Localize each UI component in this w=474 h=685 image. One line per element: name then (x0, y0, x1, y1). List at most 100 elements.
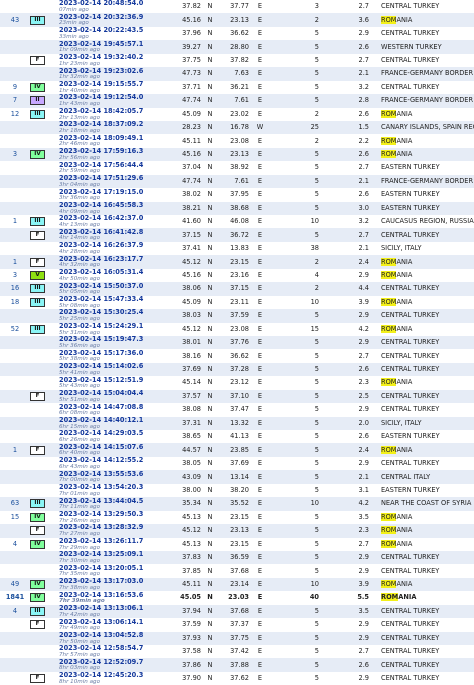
table-row[interactable]: 2023-02-14 16:45:58.3 4hr 09min ago 38.21 N… (0, 201, 474, 215)
table-row[interactable]: 2023-02-14 20:48:54.0 07min ago 37.82 N 37.7… (0, 0, 474, 14)
event-datetime-link[interactable]: 2023-02-14 15:50:37.0 (59, 283, 175, 290)
event-datetime-link[interactable]: 2023-02-14 14:29:03.5 (59, 430, 175, 437)
event-datetime-link[interactable]: 2023-02-14 17:51:29.6 (59, 175, 175, 182)
felt-count[interactable] (0, 188, 30, 202)
table-row[interactable]: 2023-02-14 19:45:57.1 1hr 09min ago 39.27 N… (0, 40, 474, 54)
intensity-badge[interactable]: II (30, 96, 45, 106)
event-datetime-link[interactable]: 2023-02-14 13:06:14.1 (59, 618, 175, 626)
felt-count[interactable]: 3 (0, 147, 30, 162)
event-datetime-link[interactable]: 2023-02-14 13:20:05.1 (59, 565, 175, 572)
event-time[interactable]: 2023-02-14 15:19:47.3 5hr 36min ago (57, 335, 175, 350)
event-datetime-link[interactable]: 2023-02-14 16:26:37.9 (59, 242, 175, 249)
event-datetime-link[interactable]: 2023-02-14 18:09:49.1 (59, 135, 175, 142)
intensity-badge[interactable]: F (30, 257, 45, 267)
felt-count[interactable] (0, 376, 30, 390)
event-time[interactable]: 2023-02-14 14:29:03.5 6hr 26min ago (57, 430, 175, 444)
event-datetime-link[interactable]: 2023-02-14 15:24:29.1 (59, 323, 175, 330)
event-datetime-link[interactable]: 2023-02-14 17:19:15.0 (59, 188, 175, 196)
intensity-badge[interactable]: F (30, 620, 45, 630)
event-time[interactable]: 2023-02-14 19:12:54.0 1hr 43min ago (57, 94, 175, 108)
table-row[interactable]: 1 F 2023-02-14 16:23:17.7 4hr 32min ago 45.1… (0, 255, 474, 269)
event-time[interactable]: 2023-02-14 16:26:37.9 4hr 28min ago (57, 241, 175, 256)
intensity-badge[interactable]: IV (30, 512, 45, 522)
table-row[interactable]: 2023-02-14 18:09:49.1 2hr 46min ago 45.11 N… (0, 134, 474, 148)
felt-count[interactable] (0, 658, 30, 672)
event-datetime-link[interactable]: 2023-02-14 13:44:04.5 (59, 498, 175, 505)
event-datetime-link[interactable]: 2023-02-14 13:28:32.9 (59, 524, 175, 531)
felt-count[interactable]: 49 (0, 577, 30, 592)
event-time[interactable]: 2023-02-14 15:24:29.1 5hr 31min ago (57, 322, 175, 336)
event-datetime-link[interactable]: 2023-02-14 20:48:54.0 (59, 0, 175, 7)
event-time[interactable]: 2023-02-14 20:32:36.9 23min ago (57, 13, 175, 27)
event-datetime-link[interactable]: 2023-02-14 14:47:08.8 (59, 403, 175, 411)
table-row[interactable]: 63 III 2023-02-14 13:44:04.5 7hr 11min ago 3… (0, 497, 474, 511)
intensity-badge[interactable]: III (30, 284, 45, 294)
felt-count[interactable]: 7 (0, 94, 30, 108)
felt-count[interactable] (0, 228, 30, 242)
felt-count[interactable] (0, 26, 30, 41)
felt-count[interactable]: 16 (0, 282, 30, 296)
table-row[interactable]: 1841 IV 2023-02-14 13:16:53.6 7hr 39min ago… (0, 591, 474, 605)
intensity-badge[interactable]: IV (30, 82, 45, 92)
table-row[interactable]: 2023-02-14 17:19:15.0 3hr 36min ago 38.02 N… (0, 188, 474, 202)
felt-count[interactable]: 1 (0, 443, 30, 457)
intensity-badge[interactable]: F (30, 445, 45, 455)
event-datetime-link[interactable]: 2023-02-14 13:17:03.0 (59, 578, 175, 585)
felt-count[interactable] (0, 456, 30, 471)
table-row[interactable]: 2023-02-14 13:55:53.6 7hr 00min ago 43.09 N… (0, 470, 474, 484)
felt-count[interactable] (0, 174, 30, 189)
felt-count[interactable]: 12 (0, 107, 30, 121)
event-datetime-link[interactable]: 2023-02-14 19:45:57.1 (59, 41, 175, 48)
felt-count[interactable]: 43 (0, 13, 30, 27)
event-time[interactable]: 2023-02-14 13:29:50.3 7hr 26min ago (57, 510, 175, 525)
felt-count[interactable] (0, 389, 30, 404)
event-datetime-link[interactable]: 2023-02-14 12:52:09.7 (59, 659, 175, 666)
felt-count[interactable]: 1 (0, 215, 30, 229)
event-time[interactable]: 2023-02-14 12:45:20.3 8hr 10min ago (57, 671, 175, 685)
table-row[interactable]: 2023-02-14 15:30:25.4 5hr 25min ago 38.03 N… (0, 309, 474, 323)
event-time[interactable]: 2023-02-14 13:16:53.6 7hr 39min ago (57, 591, 175, 605)
event-time[interactable]: 2023-02-14 17:51:29.6 3hr 04min ago (57, 174, 175, 189)
event-datetime-link[interactable]: 2023-02-14 16:05:31.4 (59, 269, 175, 276)
event-time[interactable]: 2023-02-14 18:37:09.2 2hr 18min ago (57, 120, 175, 135)
event-time[interactable]: 2023-02-14 13:13:06.1 7hr 42min ago (57, 604, 175, 619)
event-datetime-link[interactable]: 2023-02-14 16:45:58.3 (59, 202, 175, 209)
felt-count[interactable]: 1841 (0, 591, 30, 605)
table-row[interactable]: 2023-02-14 14:47:08.8 6hr 08min ago 38.08 N… (0, 403, 474, 417)
intensity-badge[interactable]: III (30, 15, 45, 25)
felt-count[interactable]: 15 (0, 510, 30, 525)
event-time[interactable]: 2023-02-14 17:56:44.4 2hr 59min ago (57, 161, 175, 175)
event-datetime-link[interactable]: 2023-02-14 19:12:54.0 (59, 94, 175, 101)
intensity-badge[interactable]: F (30, 674, 45, 684)
intensity-badge[interactable]: IV (30, 539, 45, 549)
table-row[interactable]: 15 IV 2023-02-14 13:29:50.3 7hr 26min ago 45… (0, 510, 474, 525)
intensity-badge[interactable]: III (30, 499, 45, 509)
event-time[interactable]: 2023-02-14 12:52:09.7 8hr 03min ago (57, 658, 175, 672)
felt-count[interactable] (0, 524, 30, 538)
intensity-badge[interactable]: F (30, 391, 45, 401)
event-time[interactable]: 2023-02-14 15:50:37.0 5hr 05min ago (57, 282, 175, 296)
table-row[interactable]: 3 V 2023-02-14 16:05:31.4 4hr 50min ago 45.1… (0, 268, 474, 283)
table-row[interactable]: 2023-02-14 14:40:12.1 6hr 15min ago 37.31 N… (0, 416, 474, 430)
table-row[interactable]: 2023-02-14 14:12:55.2 6hr 43min ago 38.05 N… (0, 456, 474, 471)
table-row[interactable]: 2023-02-14 15:14:02.6 5hr 41min ago 37.69 N… (0, 362, 474, 377)
event-time[interactable]: 2023-02-14 15:14:02.6 5hr 41min ago (57, 362, 175, 377)
event-time[interactable]: 2023-02-14 13:55:53.6 7hr 00min ago (57, 470, 175, 484)
felt-count[interactable] (0, 483, 30, 498)
intensity-badge[interactable]: III (30, 217, 45, 227)
event-time[interactable]: 2023-02-14 19:45:57.1 1hr 09min ago (57, 40, 175, 54)
table-row[interactable]: 16 III 2023-02-14 15:50:37.0 5hr 05min ago 3… (0, 282, 474, 296)
felt-count[interactable] (0, 403, 30, 417)
table-row[interactable]: F 2023-02-14 19:32:40.2 1hr 23min ago 37.75… (0, 53, 474, 68)
table-row[interactable]: 2023-02-14 13:20:05.1 7hr 35min ago 37.85 N… (0, 564, 474, 578)
intensity-badge[interactable]: IV (30, 593, 45, 603)
event-time[interactable]: 2023-02-14 20:48:54.0 07min ago (57, 0, 175, 14)
felt-count[interactable] (0, 631, 30, 645)
table-row[interactable]: 1 F 2023-02-14 14:15:07.6 6hr 40min ago 44.5… (0, 443, 474, 457)
event-datetime-link[interactable]: 2023-02-14 15:30:25.4 (59, 309, 175, 316)
event-time[interactable]: 2023-02-14 16:05:31.4 4hr 50min ago (57, 268, 175, 283)
event-time[interactable]: 2023-02-14 13:04:52.8 7hr 50min ago (57, 631, 175, 645)
table-row[interactable]: 52 III 2023-02-14 15:24:29.1 5hr 31min ago 4… (0, 322, 474, 336)
table-row[interactable]: F 2023-02-14 13:28:32.9 7hr 27min ago 45.12… (0, 524, 474, 538)
felt-count[interactable]: 52 (0, 322, 30, 336)
